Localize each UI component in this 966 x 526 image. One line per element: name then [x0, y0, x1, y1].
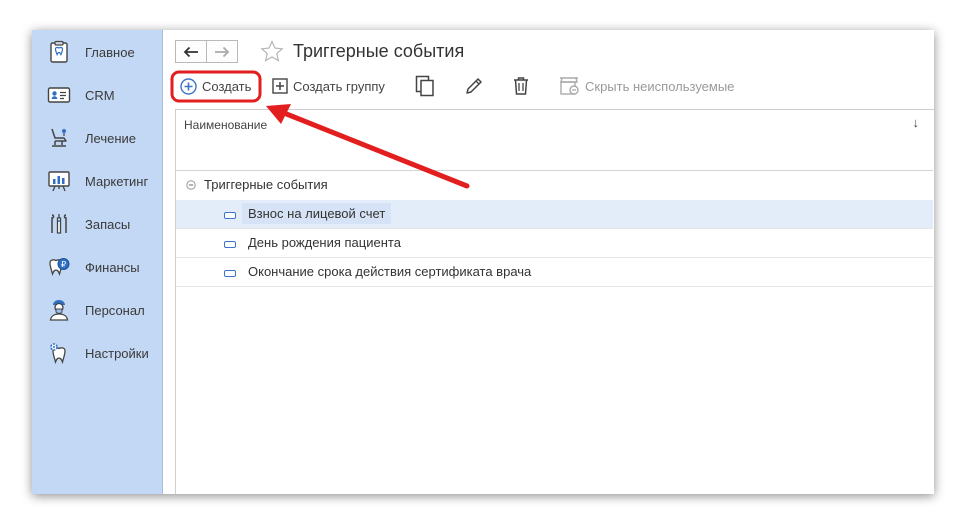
group-label: Триггерные события: [204, 177, 328, 192]
list-item-label: Взнос на лицевой счет: [242, 203, 392, 224]
page-title: Триггерные события: [293, 41, 465, 61]
copy-icon: [415, 75, 434, 97]
edit-button[interactable]: [464, 74, 484, 98]
plus-square-icon: [272, 78, 288, 94]
sidebar-item-stock[interactable]: Запасы: [32, 209, 162, 239]
delete-button[interactable]: [512, 74, 530, 98]
sidebar-item-label: Финансы: [85, 260, 140, 275]
sidebar-item-label: Персонал: [85, 303, 145, 318]
star-icon[interactable]: [260, 40, 284, 63]
tooth-coin-icon: ₽: [49, 258, 70, 277]
item-icon: [224, 212, 236, 219]
create-button-label: Создать: [202, 78, 252, 94]
sidebar-item-finance[interactable]: ₽ Финансы: [32, 252, 162, 282]
events-list: Наименование ↓ Триггерные события Взнос …: [175, 109, 934, 494]
create-button[interactable]: Создать: [180, 74, 251, 98]
presentation-board-icon: [48, 171, 70, 192]
list-item-label: Окончание срока действия сертификата вра…: [248, 264, 532, 279]
sidebar-item-label: Маркетинг: [85, 174, 149, 189]
pencil-icon: [466, 78, 482, 94]
column-header[interactable]: Наименование ↓: [176, 110, 933, 171]
item-icon: [224, 241, 236, 248]
collapse-minus-icon[interactable]: [186, 180, 196, 190]
group-row[interactable]: Триггерные события: [176, 171, 933, 199]
sidebar: Главное CRM Лечение Маркетинг Запасы ₽ Ф…: [32, 30, 163, 494]
list-item[interactable]: Окончание срока действия сертификата вра…: [176, 258, 933, 287]
plus-circle-icon: [180, 77, 197, 95]
tooth-gear-icon: [50, 343, 66, 365]
sidebar-item-label: Лечение: [85, 131, 137, 146]
hide-unused-button[interactable]: Скрыть неиспользуемые: [558, 74, 734, 98]
sidebar-item-home[interactable]: Главное: [32, 37, 162, 67]
list-item[interactable]: Взнос на лицевой счет: [176, 200, 933, 229]
create-group-button[interactable]: Создать группу: [272, 74, 385, 98]
item-icon: [224, 270, 236, 277]
forward-button[interactable]: [206, 40, 238, 63]
app-window: Главное CRM Лечение Маркетинг Запасы ₽ Ф…: [32, 30, 934, 494]
sidebar-item-label: Запасы: [85, 217, 131, 232]
hide-unused-label: Скрыть неиспользуемые: [585, 78, 735, 94]
sidebar-item-marketing[interactable]: Маркетинг: [32, 166, 162, 196]
sidebar-item-treatment[interactable]: Лечение: [32, 123, 162, 153]
trash-icon: [514, 77, 528, 95]
svg-text:₽: ₽: [61, 260, 66, 269]
hide-unused-icon: [560, 77, 579, 95]
dental-tools-icon: [51, 214, 67, 234]
sidebar-item-settings[interactable]: Настройки: [32, 338, 162, 368]
doctor-icon: [49, 300, 69, 321]
sidebar-item-crm[interactable]: CRM: [32, 80, 162, 110]
arrow-left-icon: [183, 46, 198, 57]
main-content: Триггерные события Создать Создать групп…: [163, 30, 934, 494]
sidebar-item-label: Настройки: [85, 346, 149, 361]
dental-chair-icon: [51, 128, 67, 147]
sidebar-item-label: CRM: [85, 88, 115, 103]
arrow-right-icon: [215, 46, 230, 57]
list-item[interactable]: День рождения пациента: [176, 229, 933, 258]
list-item-label: День рождения пациента: [248, 235, 401, 250]
column-header-name: Наименование: [184, 118, 268, 132]
back-button[interactable]: [175, 40, 207, 63]
sort-indicator[interactable]: ↓: [913, 115, 920, 130]
sidebar-item-label: Главное: [85, 45, 135, 60]
tooth-clipboard-icon: [50, 40, 68, 63]
sidebar-item-staff[interactable]: Персонал: [32, 295, 162, 325]
copy-button[interactable]: [415, 74, 435, 98]
create-group-button-label: Создать группу: [293, 78, 385, 94]
id-card-icon: [47, 87, 71, 103]
